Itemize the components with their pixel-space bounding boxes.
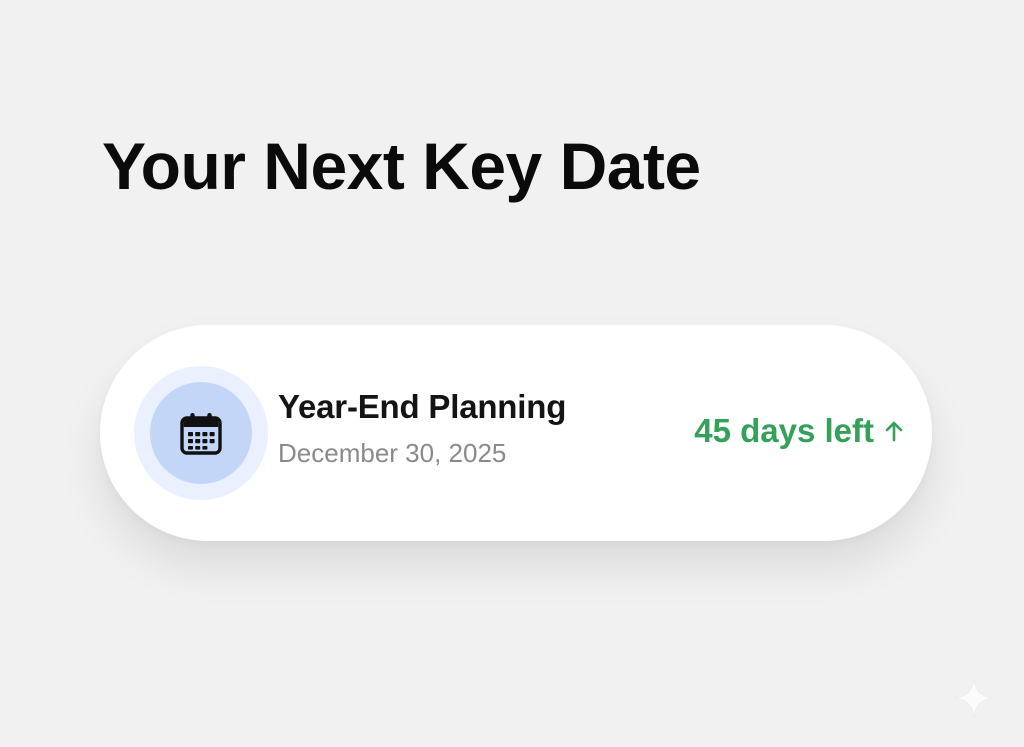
countdown-indicator[interactable]: 45 days left	[694, 411, 904, 451]
calendar-icon-disc	[150, 382, 252, 484]
countdown-text: 45 days left	[694, 412, 874, 449]
calendar-icon-badge	[134, 366, 268, 500]
arrow-up-icon	[885, 421, 903, 442]
key-date-card[interactable]: Year-End Planning December 30, 2025 45 d…	[100, 325, 932, 541]
event-date: December 30, 2025	[278, 438, 507, 468]
page-title: Your Next Key Date	[102, 129, 701, 203]
calendar-icon	[180, 413, 222, 455]
event-name: Year-End Planning	[278, 388, 567, 425]
sparkle-icon	[953, 677, 995, 719]
